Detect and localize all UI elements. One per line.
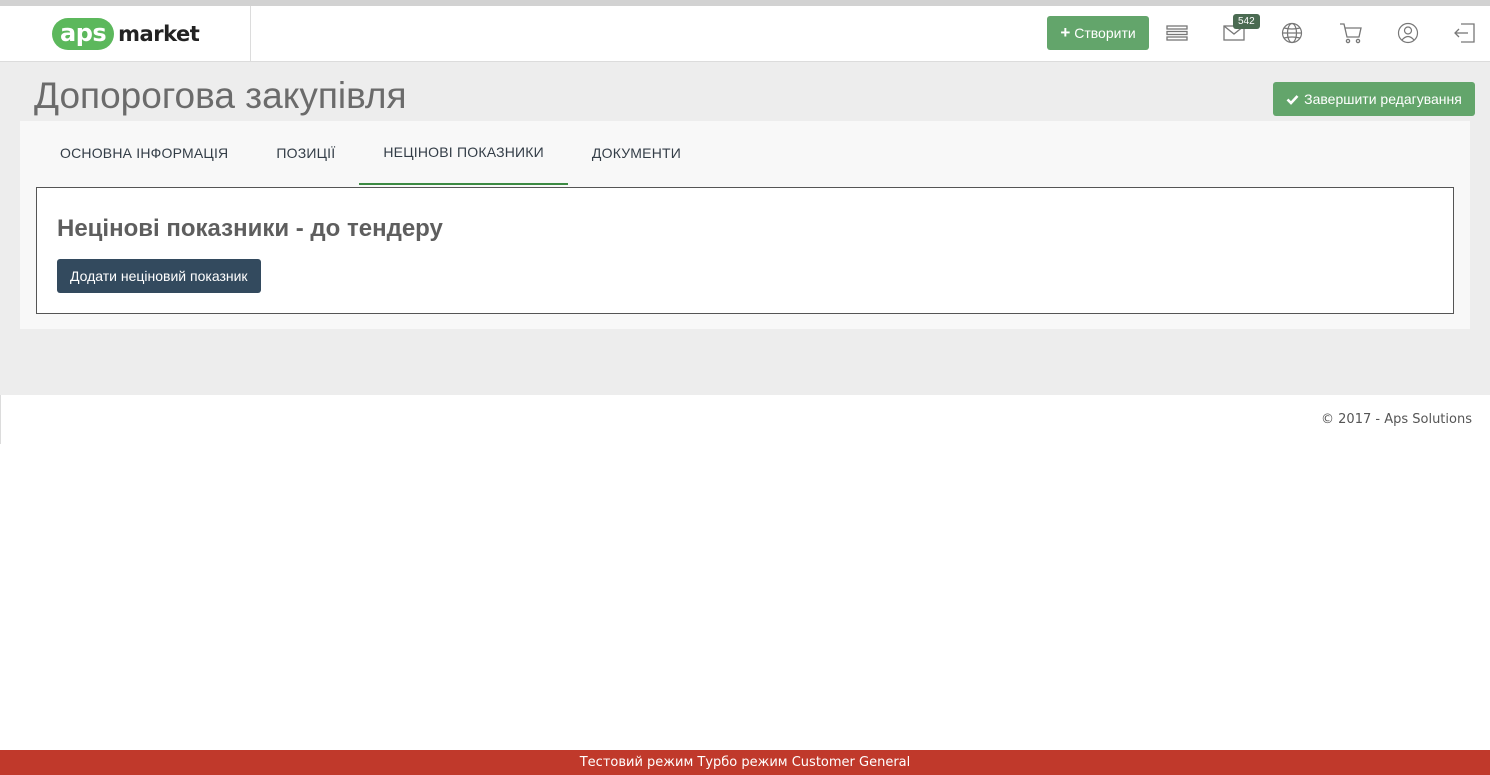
non-price-section: Нецінові показники - до тендеру Додати н… — [36, 187, 1454, 314]
cart-icon[interactable] — [1337, 19, 1365, 47]
logo-word: market — [118, 22, 200, 46]
messages-badge: 542 — [1233, 14, 1260, 29]
status-bar: Тестовий режим Турбо режим Customer Gene… — [0, 750, 1490, 775]
list-icon[interactable] — [1163, 19, 1191, 47]
finish-editing-button[interactable]: Завершити редагування — [1273, 82, 1475, 116]
status-bar-text: Тестовий режим Турбо режим Customer Gene… — [579, 755, 911, 770]
plus-icon: + — [1060, 23, 1071, 42]
finish-editing-label: Завершити редагування — [1304, 91, 1462, 107]
tab-non-price-criteria[interactable]: НЕЦІНОВІ ПОКАЗНИКИ — [359, 121, 568, 185]
footer: © 2017 - Aps Solutions — [0, 395, 1490, 444]
globe-icon[interactable] — [1278, 19, 1306, 47]
create-button[interactable]: + Створити — [1047, 16, 1149, 50]
tab-documents[interactable]: ДОКУМЕНТИ — [568, 121, 705, 185]
tab-main-info[interactable]: ОСНОВНА ІНФОРМАЦІЯ — [36, 121, 252, 185]
create-button-label: Створити — [1074, 25, 1136, 41]
add-non-price-criterion-button[interactable]: Додати неціновий показник — [57, 259, 261, 293]
tab-bar: ОСНОВНА ІНФОРМАЦІЯ ПОЗИЦІЇ НЕЦІНОВІ ПОКА… — [36, 121, 705, 185]
top-header: aps market + Створити 542 — [0, 6, 1490, 62]
tab-positions[interactable]: ПОЗИЦІЇ — [252, 121, 359, 185]
page-title: Допорогова закупівля — [34, 75, 407, 116]
logout-icon[interactable] — [1450, 19, 1478, 47]
check-icon — [1286, 94, 1299, 105]
section-title: Нецінові показники - до тендеру — [57, 215, 443, 242]
logo-area: aps market — [0, 6, 251, 62]
content-area: Допорогова закупівля Завершити редагуван… — [0, 62, 1490, 395]
copyright-text: © 2017 - Aps Solutions — [1321, 412, 1472, 427]
logo-brand: aps — [52, 18, 115, 50]
user-icon[interactable] — [1394, 19, 1422, 47]
aps-market-logo[interactable]: aps market — [52, 17, 200, 51]
tabs-panel: ОСНОВНА ІНФОРМАЦІЯ ПОЗИЦІЇ НЕЦІНОВІ ПОКА… — [20, 121, 1470, 329]
